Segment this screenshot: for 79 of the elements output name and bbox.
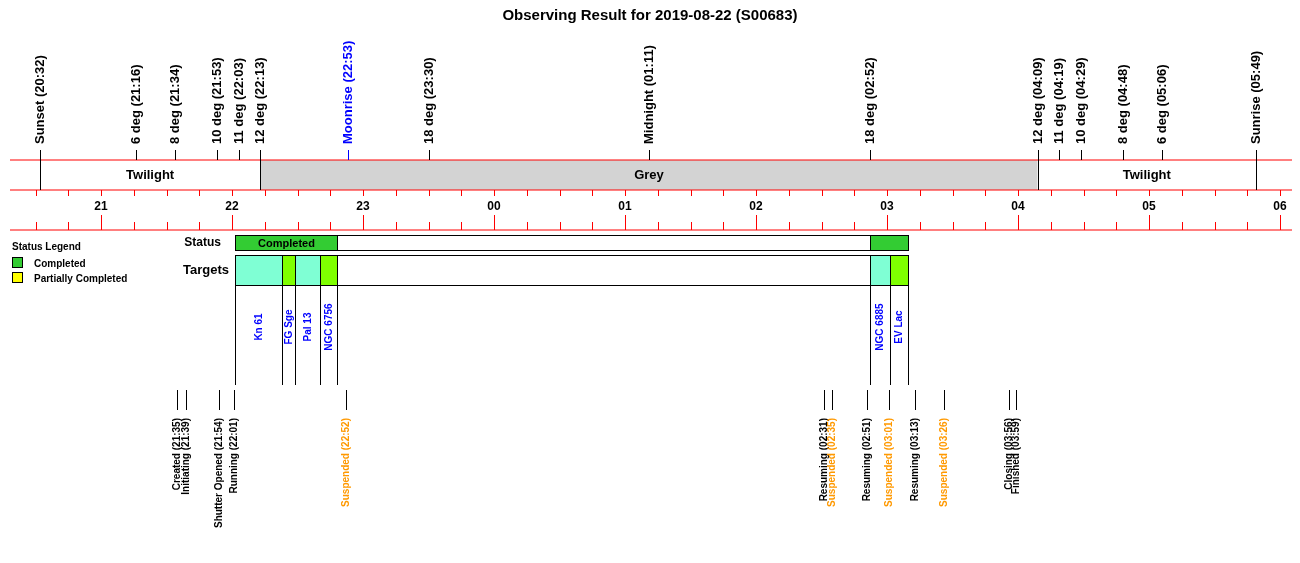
- state-change-label: Running (22:01): [228, 418, 240, 494]
- hour-label: 06: [1273, 199, 1287, 213]
- event-marker-label: 11 deg (22:03): [230, 58, 246, 144]
- leader-line: [944, 389, 945, 411]
- event-marker-label: 12 deg (22:13): [251, 57, 267, 144]
- marker-line: [40, 149, 41, 191]
- marker-line: [1038, 149, 1039, 191]
- event-marker-label: 8 deg (21:34): [166, 64, 182, 144]
- marker-line: [260, 149, 261, 191]
- target-name: NGC 6756: [322, 303, 334, 351]
- target-name: FG Sge: [282, 309, 294, 345]
- row-label: Targets: [183, 262, 229, 277]
- legend-label: Partially Completed: [34, 273, 128, 284]
- event-marker-label: Sunrise (05:49): [1247, 50, 1263, 144]
- event-marker-label: 18 deg (02:52): [861, 57, 877, 144]
- hour-label: 04: [1011, 199, 1025, 213]
- leader-line: [889, 389, 890, 411]
- marker-line: [1256, 149, 1257, 191]
- hour-label: 23: [356, 199, 370, 213]
- leader-line: [1016, 389, 1017, 411]
- chart-title: Observing Result for 2019-08-22 (S00683): [502, 6, 798, 23]
- state-change-label: Initiating (21:39): [180, 418, 192, 495]
- marker-line: [1081, 149, 1082, 161]
- leader-line: [186, 389, 187, 411]
- target-name: EV Lac: [893, 310, 905, 344]
- leader-line: [832, 389, 833, 411]
- event-marker-label: Moonrise (22:53): [339, 40, 355, 144]
- hour-label: 21: [94, 199, 108, 213]
- event-marker-label: 8 deg (04:48): [1114, 64, 1130, 144]
- leader-line: [867, 389, 868, 411]
- target-name: Pal 13: [301, 312, 313, 342]
- event-marker-label: 10 deg (04:29): [1072, 57, 1088, 144]
- event-marker-label: 10 deg (21:53): [208, 57, 224, 144]
- marker-line: [217, 149, 218, 161]
- hour-label: 00: [487, 199, 501, 213]
- leader-line: [1009, 389, 1010, 411]
- state-change-label: Resuming (02:51): [861, 418, 873, 502]
- target-name: Kn 61: [252, 313, 264, 341]
- marker-line: [136, 149, 137, 161]
- event-marker-label: Sunset (20:32): [31, 55, 47, 144]
- event-marker-label: 6 deg (21:16): [127, 64, 143, 144]
- target-name: NGC 6885: [874, 303, 886, 351]
- state-change-label: Suspended (22:52): [340, 418, 352, 507]
- event-marker-label: 18 deg (23:30): [420, 57, 436, 144]
- legend-label: Completed: [34, 258, 86, 269]
- event-marker-label: Midnight (01:11): [640, 45, 656, 144]
- row-label: Status: [184, 235, 221, 249]
- leader-line: [234, 389, 235, 411]
- leader-line: [915, 389, 916, 411]
- hour-label: 22: [225, 199, 239, 213]
- hour-label: 05: [1142, 199, 1156, 213]
- marker-line: [649, 149, 650, 161]
- state-change-label: Suspended (03:26): [938, 418, 950, 507]
- legend-title: Status Legend: [12, 241, 81, 252]
- marker-line: [175, 149, 176, 161]
- band-label: Twilight: [126, 167, 175, 182]
- marker-line: [1162, 149, 1163, 161]
- leader-line: [346, 389, 347, 411]
- hour-label: 01: [618, 199, 632, 213]
- marker-line: [429, 149, 430, 161]
- state-change-label: Resuming (03:13): [909, 418, 921, 502]
- leader-line: [219, 389, 220, 411]
- leader-line: [824, 389, 825, 411]
- hour-label: 03: [880, 199, 894, 213]
- state-change-label: Suspended (03:01): [883, 418, 895, 507]
- segment-label: Completed: [258, 237, 315, 249]
- band-label: Twilight: [1122, 167, 1171, 182]
- state-change-label: Shutter Opened (21:54): [213, 418, 225, 529]
- event-marker-label: 12 deg (04:09): [1029, 57, 1045, 144]
- hour-label: 02: [749, 199, 763, 213]
- marker-line: [870, 149, 871, 161]
- leader-line: [177, 389, 178, 411]
- marker-line: [239, 149, 240, 161]
- event-marker-label: 6 deg (05:06): [1153, 64, 1169, 144]
- event-marker-label: 11 deg (04:19): [1050, 58, 1066, 144]
- marker-line: [1123, 149, 1124, 161]
- marker-line: [348, 149, 349, 161]
- band-label: Grey: [634, 167, 664, 182]
- marker-line: [1059, 149, 1060, 161]
